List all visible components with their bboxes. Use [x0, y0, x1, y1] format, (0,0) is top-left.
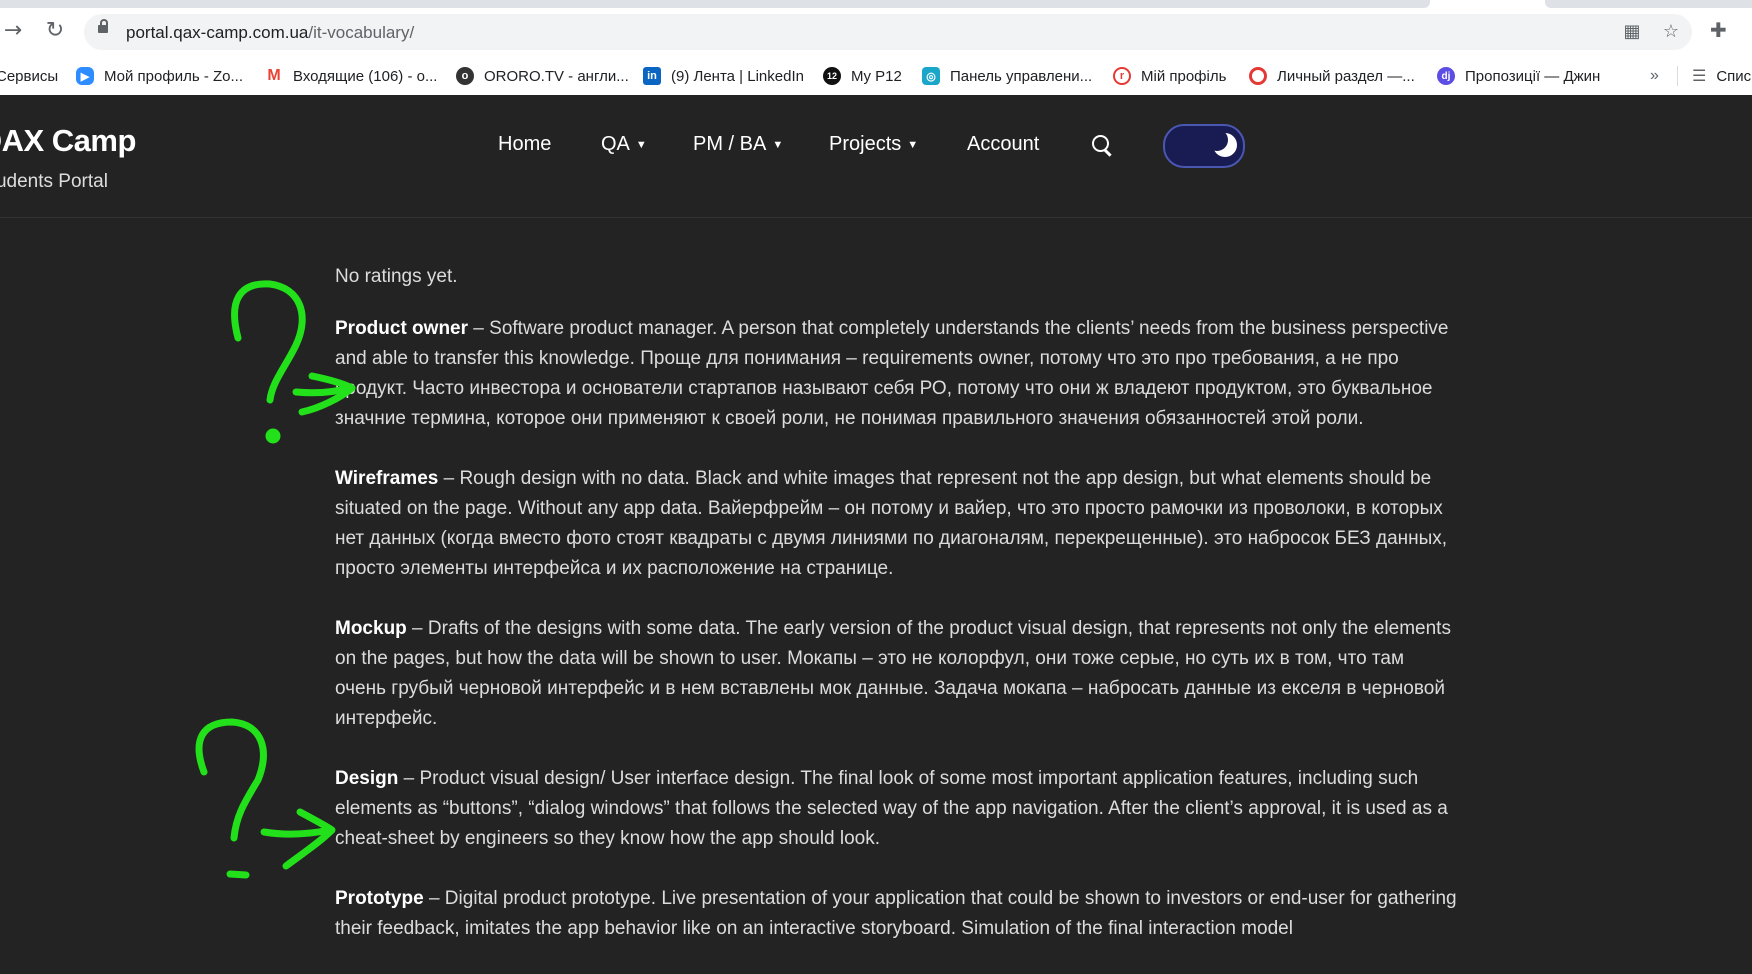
gmail-icon: M: [267, 67, 281, 84]
chevron-down-icon: ▼: [772, 139, 784, 151]
bookmark-services[interactable]: Сервисы: [0, 57, 58, 95]
vocab-term: Product owner: [335, 318, 469, 339]
arrowhead-annotation: [282, 808, 336, 870]
browser-toolbar: → ↻ portal.qax-camp.com.ua/it-vocabulary…: [0, 0, 1752, 57]
vocabulary-article: No ratings yet. Product owner – Software…: [335, 262, 1460, 974]
nav-account[interactable]: Account: [967, 133, 1039, 156]
search-icon[interactable]: [1092, 135, 1112, 157]
vocab-definition: – Product visual design/ User interface …: [335, 768, 1448, 849]
ororo-icon: o: [456, 67, 474, 85]
bookmark-gmail[interactable]: M Входящие (106) - o...: [265, 57, 437, 95]
bookmark-star-icon[interactable]: ☆: [1659, 20, 1683, 44]
site-header: QAX Camp Students Portal Home QA▼ PM / B…: [0, 95, 1752, 218]
extensions-puzzle-icon[interactable]: ✚: [1710, 18, 1727, 42]
linkedin-icon: in: [643, 67, 661, 85]
vocab-term: Wireframes: [335, 468, 439, 489]
bookmarks-overflow-button[interactable]: »: [1650, 57, 1659, 95]
vocab-term: Prototype: [335, 888, 424, 909]
site-title[interactable]: QAX Camp: [0, 123, 136, 159]
vocab-definition: – Drafts of the designs with some data. …: [335, 618, 1451, 729]
reading-list-icon: ☰: [1692, 68, 1707, 85]
forward-icon[interactable]: →: [0, 16, 28, 46]
bookmark-personal-section[interactable]: Личный раздел —...: [1249, 57, 1415, 95]
nav-pm-ba[interactable]: PM / BA ▼: [693, 133, 783, 156]
nav-qa[interactable]: QA ▼: [601, 133, 647, 156]
lock-icon[interactable]: [98, 19, 108, 33]
vocab-definition: – Software product manager. A person tha…: [335, 318, 1449, 429]
question-dot-annotation: [226, 870, 250, 879]
bookmark-profile[interactable]: r Мій профіль: [1113, 57, 1226, 95]
bookmark-linkedin[interactable]: in (9) Лента | LinkedIn: [643, 57, 804, 95]
tab-strip: [0, 0, 1430, 8]
question-mark-annotation: [231, 280, 306, 404]
bookmarks-divider: [1677, 66, 1678, 86]
dark-mode-toggle[interactable]: [1163, 124, 1245, 168]
reading-list-button[interactable]: ☰ Спис: [1692, 57, 1751, 95]
chevron-down-icon: ▼: [635, 139, 647, 151]
site-tagline: Students Portal: [0, 171, 108, 192]
address-bar[interactable]: portal.qax-camp.com.ua/it-vocabulary/ ▦ …: [84, 14, 1692, 50]
bookmarks-bar: Сервисы ▶ Мой профиль - Zo... M Входящие (…: [0, 57, 1752, 96]
rating-status: No ratings yet.: [335, 266, 458, 287]
vocab-definition: – Digital product prototype. Live presen…: [335, 888, 1457, 939]
chevron-down-icon: ▼: [907, 139, 919, 151]
profile-icon: r: [1113, 67, 1131, 85]
moon-icon: [1206, 129, 1237, 157]
djinni-icon: dj: [1437, 67, 1455, 85]
panel-icon: ◎: [922, 67, 940, 85]
bookmark-panel[interactable]: ◎ Панель управлени...: [922, 57, 1092, 95]
p12-icon: 12: [823, 67, 841, 85]
question-mark-annotation: [195, 718, 267, 842]
bookmark-ororo[interactable]: o ORORO.TV - англи...: [456, 57, 629, 95]
arrow-annotation: [260, 826, 334, 838]
nav-projects[interactable]: Projects ▼: [829, 133, 918, 156]
vocab-term: Design: [335, 768, 399, 789]
bookmark-djinni[interactable]: dj Пропозиції — Джин: [1437, 57, 1600, 95]
vocab-entry-product-owner: Product owner – Software product manager…: [335, 314, 1460, 434]
vocab-entry-prototype: Prototype – Digital product prototype. L…: [335, 884, 1460, 944]
vocab-definition: – Rough design with no data. Black and w…: [335, 468, 1448, 579]
app-install-icon[interactable]: ▦: [1620, 20, 1644, 44]
vocab-entry-design: Design – Product visual design/ User int…: [335, 764, 1460, 854]
tab-strip: [1545, 0, 1752, 8]
bookmark-zoom[interactable]: ▶ Мой профиль - Zo...: [76, 57, 243, 95]
reload-icon[interactable]: ↻: [40, 16, 70, 46]
url-text[interactable]: portal.qax-camp.com.ua/it-vocabulary/: [126, 23, 414, 43]
vocab-term: Mockup: [335, 618, 407, 639]
target-icon: [1249, 67, 1267, 85]
vocab-entry-wireframes: Wireframes – Rough design with no data. …: [335, 464, 1460, 584]
vocab-entry-mockup: Mockup – Drafts of the designs with some…: [335, 614, 1460, 734]
bookmark-p12[interactable]: 12 My P12: [823, 57, 902, 95]
nav-home[interactable]: Home: [498, 133, 551, 156]
question-dot-annotation: [265, 428, 281, 444]
zoom-icon: ▶: [76, 67, 94, 85]
